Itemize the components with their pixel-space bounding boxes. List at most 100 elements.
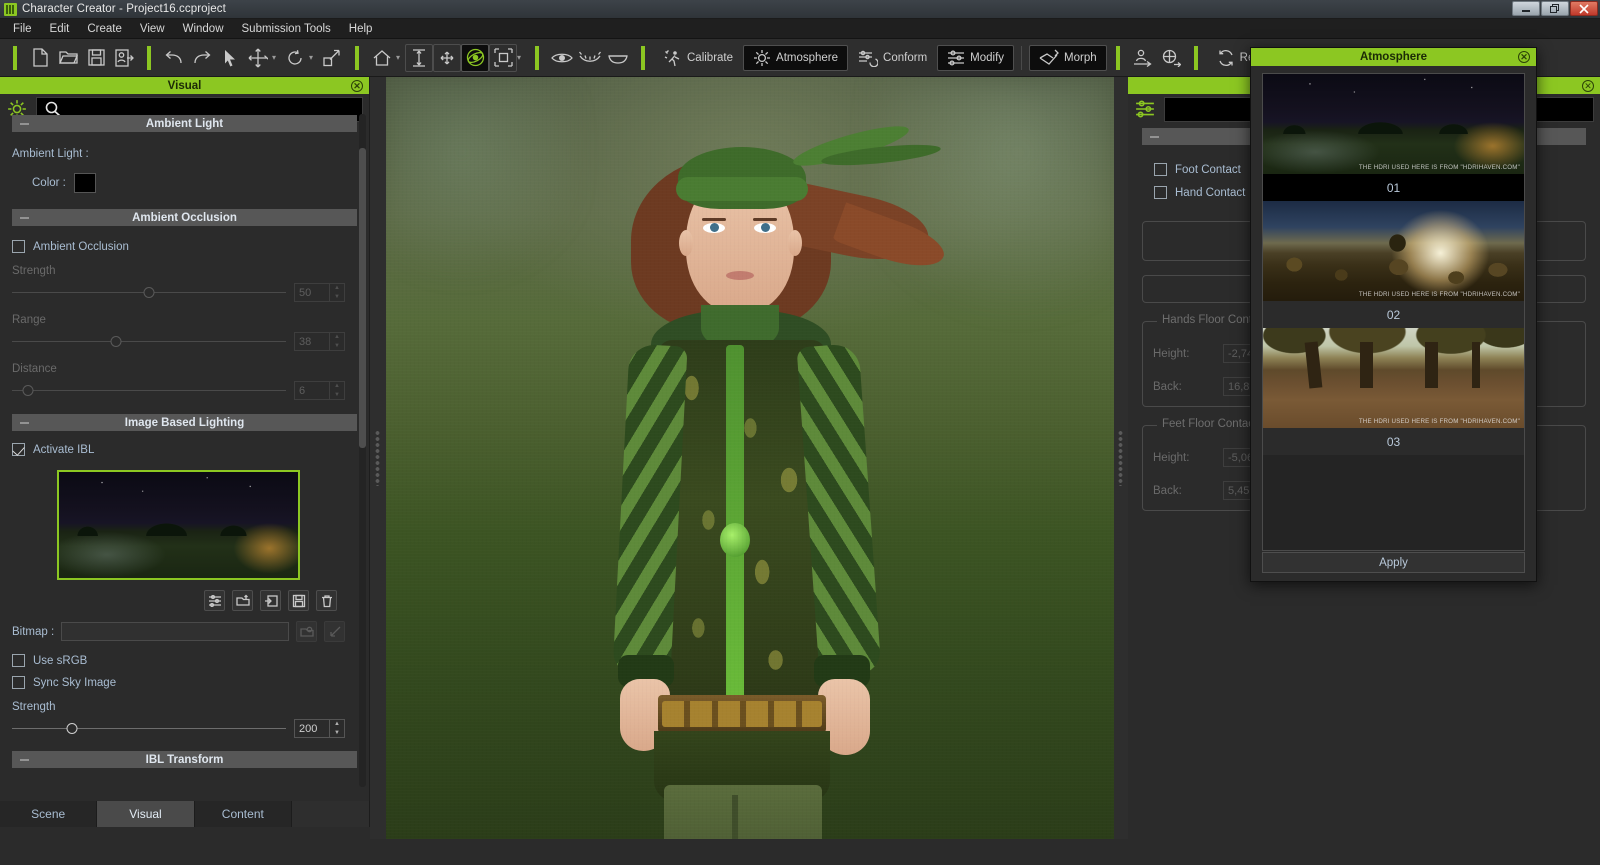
close-circle-icon[interactable]: ✕ [351, 79, 363, 92]
section-ambient-occlusion-header[interactable]: Ambient Occlusion [12, 209, 357, 226]
section-ambient-light-header[interactable]: Ambient Light [12, 115, 357, 132]
visual-panel-scrollbar[interactable] [359, 114, 366, 787]
move-gizmo-icon[interactable] [244, 44, 272, 72]
ao-range-value[interactable] [294, 332, 330, 351]
ambient-occlusion-checkbox-row[interactable]: Ambient Occlusion [12, 240, 345, 253]
boundingbox-dropdown-caret-icon[interactable]: ▾ [517, 53, 526, 62]
collapse-minus-icon[interactable] [20, 217, 29, 218]
morph-button[interactable]: Morph [1029, 44, 1107, 71]
restore-button[interactable] [1541, 1, 1569, 16]
bitmap-pick-icon[interactable] [324, 621, 345, 642]
fit-height-icon[interactable] [405, 43, 433, 72]
hdri-sunset-bush[interactable]: THE HDRI USED HERE IS FROM "HDRIHAVEN.CO… [1263, 201, 1524, 301]
scale-gizmo-icon[interactable] [318, 44, 346, 72]
ibl-strength-slider[interactable] [12, 722, 286, 735]
fit-frame-icon[interactable] [433, 43, 461, 72]
hand-contact-checkbox[interactable] [1154, 186, 1167, 199]
activate-ibl-checkbox[interactable] [12, 443, 25, 456]
sync-sky-checkbox-row[interactable]: Sync Sky Image [12, 676, 345, 689]
ibl-load-icon[interactable] [232, 590, 253, 611]
collapse-minus-icon[interactable] [1150, 136, 1159, 137]
ambient-color-swatch[interactable] [73, 173, 96, 193]
ao-distance-stepper[interactable]: ▲▼ [294, 381, 345, 400]
ibl-delete-icon[interactable] [316, 590, 337, 611]
ibl-preview-thumbnail[interactable] [57, 470, 300, 580]
rotate-gizmo-icon[interactable] [281, 44, 309, 72]
modify-button[interactable]: Modify [937, 44, 1015, 71]
ibl-strength-value[interactable] [294, 719, 330, 738]
ibl-settings-icon[interactable] [204, 590, 225, 611]
menu-submission-tools[interactable]: Submission Tools [233, 21, 340, 37]
eye-icon[interactable] [548, 44, 576, 72]
character-transfer-icon[interactable] [1129, 44, 1157, 72]
menu-help[interactable]: Help [340, 21, 382, 37]
menu-window[interactable]: Window [174, 21, 233, 37]
hdri-list-item-02[interactable]: THE HDRI USED HERE IS FROM "HDRIHAVEN.CO… [1263, 201, 1524, 328]
3d-character-viewport[interactable] [386, 77, 1114, 839]
tab-scene[interactable]: Scene [0, 801, 98, 827]
ao-distance-slider[interactable] [12, 384, 286, 397]
menu-file[interactable]: File [4, 21, 41, 37]
eyelash-icon[interactable] [576, 44, 604, 72]
bitmap-browse-icon[interactable] [296, 621, 317, 642]
move-dropdown-caret-icon[interactable]: ▾ [272, 53, 281, 62]
hdri-night-field[interactable]: THE HDRI USED HERE IS FROM "HDRIHAVEN.CO… [1263, 74, 1524, 174]
apply-button[interactable]: Apply [1262, 552, 1525, 573]
hdri-list-item-01[interactable]: THE HDRI USED HERE IS FROM "HDRIHAVEN.CO… [1263, 74, 1524, 201]
collapse-minus-icon[interactable] [20, 759, 29, 760]
ao-range-stepper[interactable]: ▲▼ [294, 332, 345, 351]
redo-arrow-icon[interactable] [188, 44, 216, 72]
open-folder-icon[interactable] [54, 44, 82, 72]
ao-strength-value[interactable] [294, 283, 330, 302]
collapse-minus-icon[interactable] [20, 123, 29, 124]
sync-sky-checkbox[interactable] [12, 676, 25, 689]
new-file-icon[interactable] [26, 44, 54, 72]
head-transfer-icon[interactable] [1157, 44, 1185, 72]
section-ibl-header[interactable]: Image Based Lighting [12, 414, 357, 431]
atmosphere-dialog[interactable]: Atmosphere ✕ THE HDRI USED HERE IS FROM … [1250, 47, 1537, 582]
section-ibl-transform-header[interactable]: IBL Transform [12, 751, 357, 768]
home-view-icon[interactable] [368, 44, 396, 72]
conform-button[interactable]: Conform [848, 45, 937, 71]
undo-arrow-icon[interactable] [160, 44, 188, 72]
bitmap-field[interactable] [61, 622, 289, 641]
atmosphere-dialog-titlebar[interactable]: Atmosphere ✕ [1251, 48, 1536, 66]
tab-visual[interactable]: Visual [97, 801, 195, 827]
ibl-strength-stepper[interactable]: ▲▼ [294, 719, 345, 738]
atmosphere-button[interactable]: Atmosphere [743, 44, 849, 71]
minimize-button[interactable] [1512, 1, 1540, 16]
camera-orbit-icon[interactable] [461, 43, 489, 72]
ibl-save-icon[interactable] [288, 590, 309, 611]
menu-view[interactable]: View [131, 21, 174, 37]
mouth-icon[interactable] [604, 44, 632, 72]
close-circle-icon[interactable]: ✕ [1582, 79, 1594, 92]
rotate-dropdown-caret-icon[interactable]: ▾ [309, 53, 318, 62]
export-character-icon[interactable] [110, 44, 138, 72]
menu-create[interactable]: Create [78, 21, 131, 37]
hdri-list-item-03[interactable]: THE HDRI USED HERE IS FROM "HDRIHAVEN.CO… [1263, 328, 1524, 455]
right-panel-splitter[interactable] [1114, 77, 1128, 839]
activate-ibl-checkbox-row[interactable]: Activate IBL [12, 443, 345, 456]
foot-contact-checkbox[interactable] [1154, 163, 1167, 176]
bounding-box-icon[interactable] [489, 43, 517, 72]
ao-strength-slider[interactable] [12, 286, 286, 299]
select-cursor-icon[interactable] [216, 44, 244, 72]
tab-content[interactable]: Content [194, 801, 292, 827]
ao-distance-value[interactable] [294, 381, 330, 400]
home-dropdown-caret-icon[interactable]: ▾ [396, 53, 405, 62]
hdri-list[interactable]: THE HDRI USED HERE IS FROM "HDRIHAVEN.CO… [1262, 73, 1525, 551]
ao-strength-stepper[interactable]: ▲▼ [294, 283, 345, 302]
use-srgb-checkbox[interactable] [12, 654, 25, 667]
ambient-occlusion-checkbox[interactable] [12, 240, 25, 253]
save-floppy-icon[interactable] [82, 44, 110, 72]
calibrate-button[interactable]: Calibrate [654, 45, 743, 71]
use-srgb-checkbox-row[interactable]: Use sRGB [12, 654, 345, 667]
scrollbar-thumb[interactable] [359, 148, 366, 448]
ao-range-slider[interactable] [12, 335, 286, 348]
close-button[interactable] [1570, 1, 1598, 16]
hdri-forest-trees[interactable]: THE HDRI USED HERE IS FROM "HDRIHAVEN.CO… [1263, 328, 1524, 428]
close-circle-icon[interactable]: ✕ [1518, 51, 1530, 63]
menu-edit[interactable]: Edit [41, 21, 79, 37]
modify-sliders-icon[interactable] [1132, 97, 1158, 121]
collapse-minus-icon[interactable] [20, 422, 29, 423]
